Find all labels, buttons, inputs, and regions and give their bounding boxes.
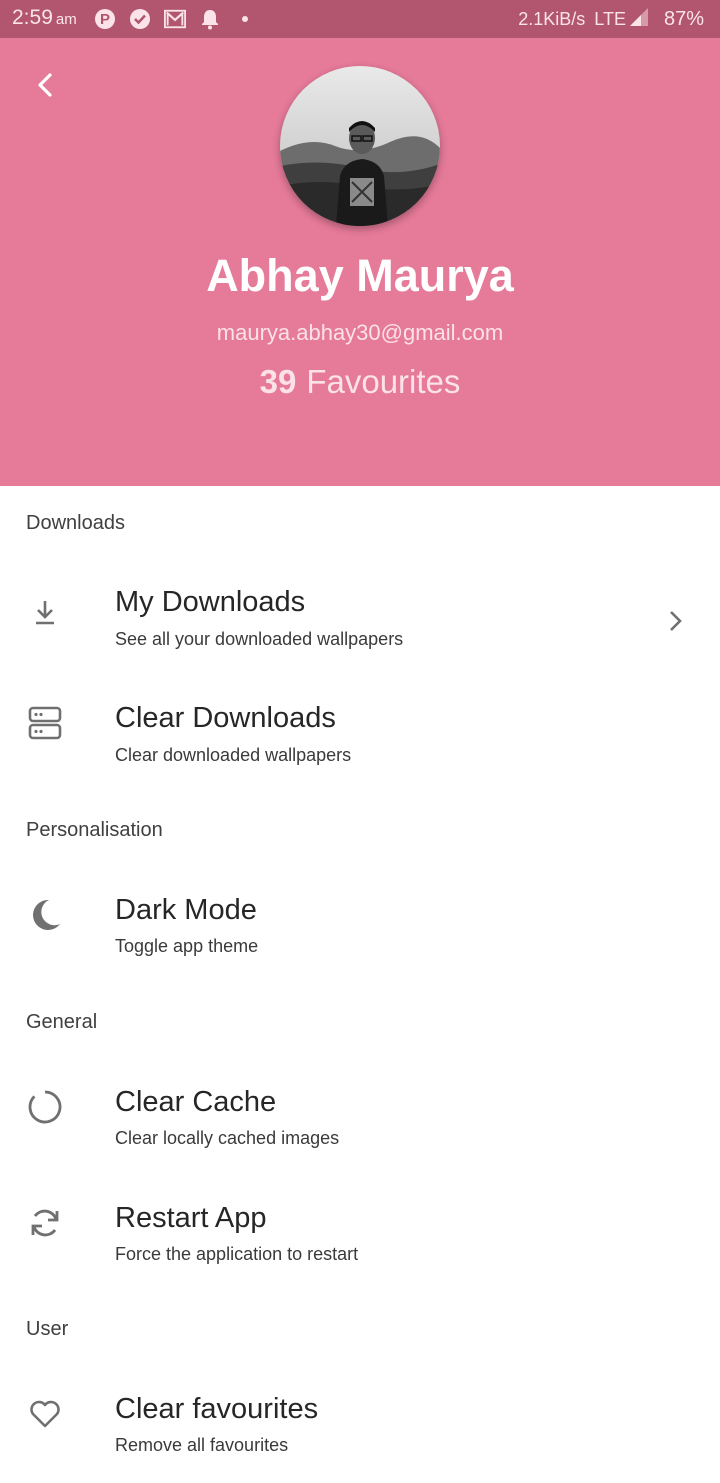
moon-icon: [26, 896, 64, 934]
clear-cache-title: Clear Cache: [115, 1086, 277, 1118]
profile-name: Abhay Maurya: [206, 250, 514, 301]
back-button[interactable]: [28, 68, 62, 102]
status-time-ampm: am: [55, 11, 77, 28]
notification-icons: P: [94, 8, 256, 30]
status-time-value: 2:59: [12, 6, 53, 29]
chevron-right-icon: [662, 608, 688, 634]
check-circle-icon: [129, 8, 151, 30]
back-arrow-icon: [38, 73, 52, 97]
battery-level: 87%: [663, 8, 704, 30]
clear-downloads-title: Clear Downloads: [115, 702, 336, 734]
favourites-summary[interactable]: 39 Favourites: [0, 363, 720, 401]
my-downloads-title: My Downloads: [115, 586, 306, 618]
status-bar: 2:59 am P 2.1KiB/s LTE 87%: [0, 0, 720, 38]
storage-icon: [26, 704, 64, 742]
clear-favourites-item[interactable]: Clear favourites Remove all favourites: [0, 1373, 720, 1483]
network-speed: 2.1KiB/s: [518, 9, 586, 29]
status-time: 2:59 am: [12, 6, 77, 30]
profile-header: Abhay Maurya maurya.abhay30@gmail.com 39…: [0, 38, 720, 486]
clear-cache-subtitle: Clear locally cached images: [115, 1128, 340, 1148]
restart-app-subtitle: Force the application to restart: [115, 1244, 359, 1264]
favourites-label: Favourites: [306, 363, 461, 400]
dark-mode-subtitle: Toggle app theme: [115, 936, 259, 956]
clear-downloads-item[interactable]: Clear Downloads Clear downloaded wallpap…: [0, 682, 720, 792]
download-icon: [26, 593, 64, 631]
my-downloads-item[interactable]: My Downloads See all your downloaded wal…: [0, 566, 720, 676]
refresh-icon: [26, 1204, 64, 1242]
loading-circle-icon: [26, 1088, 64, 1126]
heart-icon: [26, 1395, 64, 1433]
pinterest-icon: P: [94, 8, 116, 30]
section-title-personalisation: Personalisation: [26, 819, 163, 841]
avatar[interactable]: [280, 66, 440, 226]
clear-favourites-subtitle: Remove all favourites: [115, 1435, 289, 1455]
section-title-downloads: Downloads: [26, 512, 125, 534]
network-type: LTE: [594, 9, 626, 29]
dark-mode-item[interactable]: Dark Mode Toggle app theme: [0, 874, 720, 984]
restart-app-title: Restart App: [115, 1202, 267, 1234]
bell-icon: [199, 8, 221, 30]
status-right: 2.1KiB/s LTE 87%: [518, 7, 704, 32]
dark-mode-title: Dark Mode: [115, 894, 257, 926]
profile-email: maurya.abhay30@gmail.com: [216, 320, 504, 345]
clear-downloads-subtitle: Clear downloaded wallpapers: [115, 745, 352, 765]
clear-cache-item[interactable]: Clear Cache Clear locally cached images: [0, 1066, 720, 1176]
signal-icon: [629, 7, 649, 32]
clear-favourites-title: Clear favourites: [115, 1393, 319, 1425]
more-dot-icon: [234, 8, 256, 30]
restart-app-item[interactable]: Restart App Force the application to res…: [0, 1182, 720, 1292]
gmail-icon: [164, 8, 186, 30]
section-title-general: General: [26, 1011, 98, 1033]
svg-text:P: P: [100, 11, 110, 28]
my-downloads-subtitle: See all your downloaded wallpapers: [115, 629, 404, 649]
avatar-photo: [280, 66, 440, 226]
favourites-count: 39: [259, 363, 297, 400]
section-title-user: User: [26, 1318, 69, 1340]
